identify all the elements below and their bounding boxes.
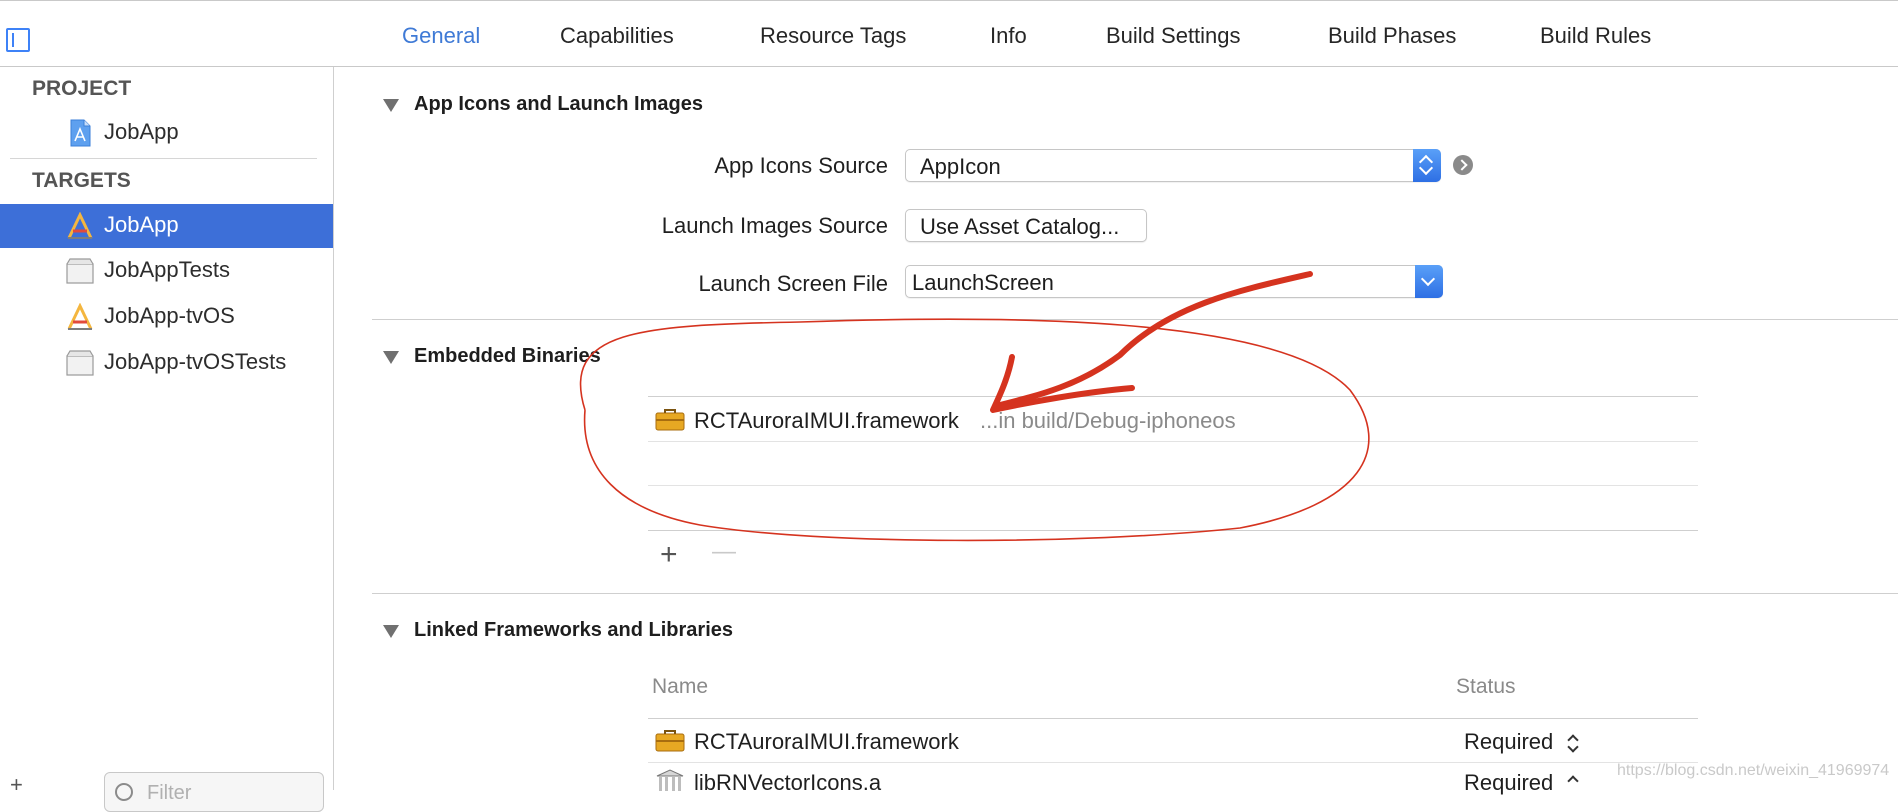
app-icons-source-popup[interactable]: AppIcon bbox=[905, 149, 1441, 182]
section-divider bbox=[372, 593, 1898, 594]
watermark-text: https://blog.csdn.net/weixin_41969974 bbox=[1617, 762, 1890, 779]
section-title-linked-frameworks: Linked Frameworks and Libraries bbox=[414, 619, 733, 641]
app-target-icon bbox=[67, 212, 93, 239]
tab-general[interactable]: General bbox=[402, 23, 480, 49]
status-popup[interactable]: Required bbox=[1464, 770, 1553, 796]
status-stepper-icon[interactable] bbox=[1566, 732, 1580, 754]
popup-stepper-icon bbox=[1413, 149, 1441, 182]
disclosure-triangle-icon[interactable] bbox=[383, 351, 399, 364]
launch-screen-file-combobox[interactable]: LaunchScreen bbox=[905, 265, 1443, 298]
target-item-jobapp-tvos[interactable]: JobApp-tvOS bbox=[0, 295, 333, 339]
target-item-jobapp[interactable]: JobApp bbox=[0, 204, 333, 248]
section-title-app-icons: App Icons and Launch Images bbox=[414, 93, 703, 115]
test-bundle-icon bbox=[66, 350, 94, 376]
column-header-status[interactable]: Status bbox=[1456, 675, 1516, 699]
tab-info[interactable]: Info bbox=[990, 23, 1027, 49]
table-row-divider bbox=[648, 441, 1698, 442]
table-row-divider bbox=[648, 762, 1698, 763]
project-target-navigator: PROJECT JobApp TARGETS JobApp JobAppTest… bbox=[0, 67, 334, 812]
tab-build-settings[interactable]: Build Settings bbox=[1106, 23, 1241, 49]
add-target-button[interactable]: + bbox=[10, 772, 23, 798]
target-item-jobapptests[interactable]: JobAppTests bbox=[0, 249, 333, 293]
tab-capabilities[interactable]: Capabilities bbox=[560, 23, 674, 49]
combobox-chevron-icon[interactable] bbox=[1415, 265, 1443, 298]
targets-header: TARGETS bbox=[32, 169, 131, 192]
status-popup[interactable]: Required bbox=[1464, 729, 1553, 755]
disclosure-triangle-icon[interactable] bbox=[383, 625, 399, 638]
target-item-jobapp-tvostests[interactable]: JobApp-tvOSTests bbox=[0, 341, 333, 385]
navigator-filter-field[interactable]: Filter bbox=[104, 772, 324, 812]
use-asset-catalog-button[interactable]: Use Asset Catalog... bbox=[905, 209, 1147, 242]
section-divider bbox=[372, 319, 1898, 320]
xcode-project-icon bbox=[70, 119, 91, 147]
section-title-embedded-binaries: Embedded Binaries bbox=[414, 345, 601, 367]
filter-icon bbox=[115, 783, 133, 801]
project-header: PROJECT bbox=[32, 77, 132, 100]
remove-embedded-binary-button[interactable]: — bbox=[712, 537, 736, 567]
app-icons-source-label: App Icons Source bbox=[714, 153, 888, 178]
table-bottom-border bbox=[648, 530, 1698, 531]
editor-tab-bar: General Capabilities Resource Tags Info … bbox=[0, 0, 1898, 67]
disclosure-triangle-icon[interactable] bbox=[383, 99, 399, 112]
framework-toolbox-icon bbox=[655, 730, 685, 752]
tab-build-phases[interactable]: Build Phases bbox=[1328, 23, 1456, 49]
launch-images-source-label: Launch Images Source bbox=[661, 213, 888, 238]
library-building-icon bbox=[656, 769, 684, 791]
go-to-asset-arrow-icon[interactable] bbox=[1453, 155, 1473, 175]
navigator-divider bbox=[10, 158, 317, 159]
tab-resource-tags[interactable]: Resource Tags bbox=[760, 23, 906, 49]
launch-screen-file-label: Launch Screen File bbox=[698, 271, 888, 296]
project-item-jobapp[interactable]: JobApp bbox=[0, 111, 333, 155]
app-target-icon bbox=[67, 303, 93, 330]
navigator-toggle-icon[interactable] bbox=[6, 28, 30, 52]
test-bundle-icon bbox=[66, 258, 94, 284]
column-header-name[interactable]: Name bbox=[652, 675, 708, 699]
table-header-border bbox=[648, 718, 1698, 719]
status-stepper-icon[interactable] bbox=[1566, 773, 1580, 795]
tab-build-rules[interactable]: Build Rules bbox=[1540, 23, 1651, 49]
add-embedded-binary-button[interactable]: + bbox=[660, 540, 678, 570]
table-row-divider bbox=[648, 485, 1698, 486]
framework-toolbox-icon bbox=[655, 409, 685, 431]
table-top-border bbox=[648, 396, 1698, 397]
